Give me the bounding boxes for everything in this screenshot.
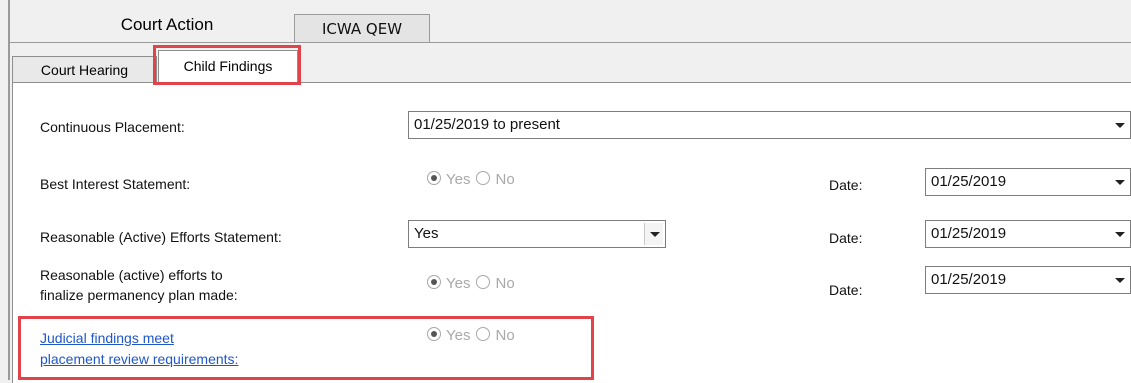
- judicial-findings-highlight: [18, 316, 594, 380]
- best-interest-yes-label: Yes: [446, 171, 471, 188]
- continuous-placement-select[interactable]: 01/25/2019 to present: [408, 111, 1131, 139]
- chevron-down-icon[interactable]: [1110, 223, 1128, 245]
- reasonable-efforts-select[interactable]: Yes: [408, 220, 666, 248]
- reasonable-efforts-label: Reasonable (Active) Efforts Statement:: [40, 229, 282, 245]
- child-findings-tab-highlight: [153, 45, 301, 85]
- chevron-down-icon[interactable]: [1110, 269, 1128, 291]
- best-interest-no-radio[interactable]: [476, 171, 491, 185]
- tab-court-action[interactable]: Court Action: [62, 8, 272, 42]
- permanency-no-radio[interactable]: [476, 275, 491, 289]
- permanency-date-field[interactable]: 01/25/2019: [925, 266, 1131, 294]
- reasonable-efforts-value: Yes: [414, 225, 439, 242]
- permanency-no-label: No: [495, 275, 515, 292]
- best-interest-radio-group: Yes No: [427, 171, 515, 188]
- reasonable-efforts-date-value: 01/25/2019: [931, 225, 1007, 242]
- permanency-efforts-label: Reasonable (active) efforts to finalize …: [40, 265, 238, 305]
- chevron-down-icon[interactable]: [644, 223, 663, 245]
- best-interest-date-field[interactable]: 01/25/2019: [925, 168, 1131, 196]
- chevron-down-icon[interactable]: [1110, 171, 1128, 193]
- permanency-date-value: 01/25/2019: [931, 271, 1007, 288]
- tab-court-hearing[interactable]: Court Hearing: [12, 56, 157, 83]
- permanency-date-label: Date:: [829, 282, 863, 298]
- permanency-efforts-label-line1: Reasonable (active) efforts to: [40, 267, 223, 283]
- continuous-placement-value: 01/25/2019 to present: [414, 116, 560, 133]
- chevron-down-icon[interactable]: [1110, 114, 1128, 136]
- permanency-yes-label: Yes: [446, 275, 471, 292]
- reasonable-efforts-date-field[interactable]: 01/25/2019: [925, 220, 1131, 248]
- permanency-yes-radio[interactable]: [427, 275, 441, 289]
- permanency-efforts-label-line2: finalize permanency plan made:: [40, 287, 238, 303]
- reasonable-efforts-date-label: Date:: [829, 230, 863, 246]
- best-interest-no-label: No: [495, 171, 515, 188]
- tab-icwa-qew[interactable]: ICWA QEW: [294, 14, 430, 43]
- continuous-placement-label: Continuous Placement:: [40, 119, 185, 135]
- best-interest-yes-radio[interactable]: [427, 171, 441, 185]
- best-interest-date-value: 01/25/2019: [931, 173, 1007, 190]
- tab-strip-divider: [10, 42, 1131, 43]
- best-interest-label: Best Interest Statement:: [40, 176, 191, 192]
- permanency-radio-group: Yes No: [427, 275, 515, 292]
- window-left-border: [8, 0, 10, 380]
- best-interest-date-label: Date:: [829, 177, 863, 193]
